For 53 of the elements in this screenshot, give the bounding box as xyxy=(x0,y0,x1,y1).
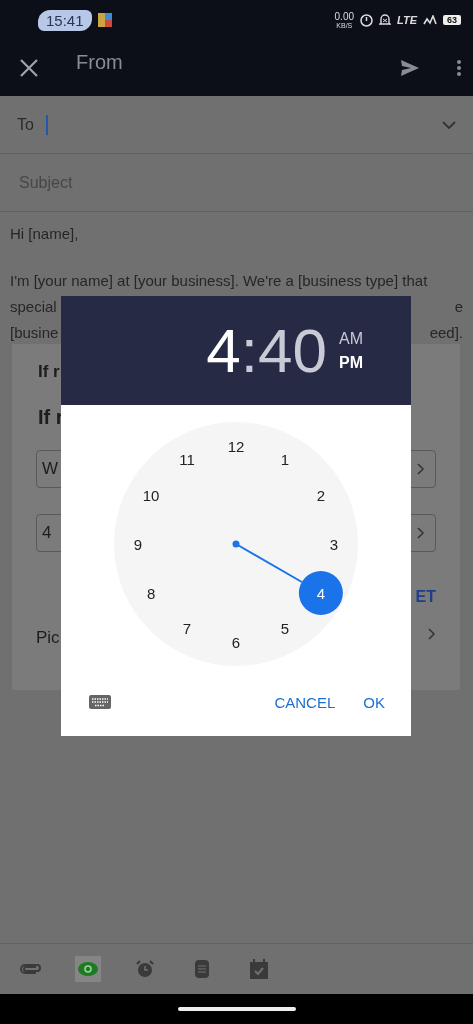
close-icon[interactable] xyxy=(20,59,38,77)
dial-number[interactable]: 4 xyxy=(316,584,326,602)
clock-hand[interactable] xyxy=(232,540,303,583)
home-indicator[interactable] xyxy=(177,1007,296,1011)
dial-number[interactable]: 11 xyxy=(179,450,195,468)
paperclip-icon[interactable] xyxy=(20,963,42,975)
from-label: From xyxy=(76,50,123,74)
to-label: To xyxy=(17,115,34,134)
hour-display[interactable]: 4 xyxy=(206,319,241,382)
body-text: [busine xyxy=(10,323,59,341)
dial-number[interactable]: 5 xyxy=(280,620,290,638)
battery-level: 63 xyxy=(443,15,461,25)
chevron-right-icon xyxy=(417,527,425,539)
eye-icon[interactable] xyxy=(78,962,98,976)
selection-circle xyxy=(298,571,343,615)
dial-number[interactable]: 2 xyxy=(316,486,326,504)
notes-icon[interactable] xyxy=(195,960,209,978)
picker-row-label[interactable]: Pic xyxy=(36,628,60,648)
minute-display[interactable]: 40 xyxy=(258,319,327,382)
send-icon[interactable] xyxy=(401,60,419,76)
dial-number[interactable]: 12 xyxy=(227,437,245,455)
dial-number[interactable]: 8 xyxy=(146,584,156,602)
chevron-down-icon[interactable] xyxy=(442,120,456,129)
chevron-right-icon[interactable] xyxy=(428,628,436,640)
body-text: eed]. xyxy=(429,323,463,341)
time-separator: : xyxy=(240,319,259,382)
app-notification-icon xyxy=(97,13,112,27)
body-text: I'm [your name] at [your business]. We're a [business type] that xyxy=(10,271,428,289)
bell-off-icon xyxy=(379,13,391,27)
status-time: 15:41 xyxy=(38,9,92,31)
body-text: e xyxy=(454,297,463,315)
signal-icon xyxy=(423,15,437,25)
more-options-icon[interactable] xyxy=(457,60,461,76)
dial-number[interactable]: 1 xyxy=(280,450,290,468)
text-cursor xyxy=(45,114,48,135)
dial-number[interactable]: 9 xyxy=(133,535,143,553)
dialog-button[interactable]: CANCEL xyxy=(270,687,340,717)
keyboard-icon[interactable] xyxy=(89,695,111,709)
network-speed: 0.00 xyxy=(334,11,354,22)
chevron-right-icon xyxy=(417,463,425,475)
dial-number[interactable]: 7 xyxy=(182,620,192,638)
toolbar-button[interactable] xyxy=(75,956,101,982)
period-option[interactable]: AM xyxy=(339,329,363,348)
body-text: Hi [name], xyxy=(10,224,79,242)
sheet-title: If r xyxy=(38,362,60,383)
dial-number[interactable]: 3 xyxy=(329,535,339,553)
dial-number[interactable]: 10 xyxy=(142,486,160,504)
dial-number[interactable]: 6 xyxy=(231,633,241,651)
body-text: special xyxy=(10,297,57,315)
network-type: LTE xyxy=(397,14,417,26)
dialog-button[interactable]: OK xyxy=(359,687,389,717)
data-saver-icon xyxy=(360,13,373,27)
period-option[interactable]: PM xyxy=(339,353,363,372)
